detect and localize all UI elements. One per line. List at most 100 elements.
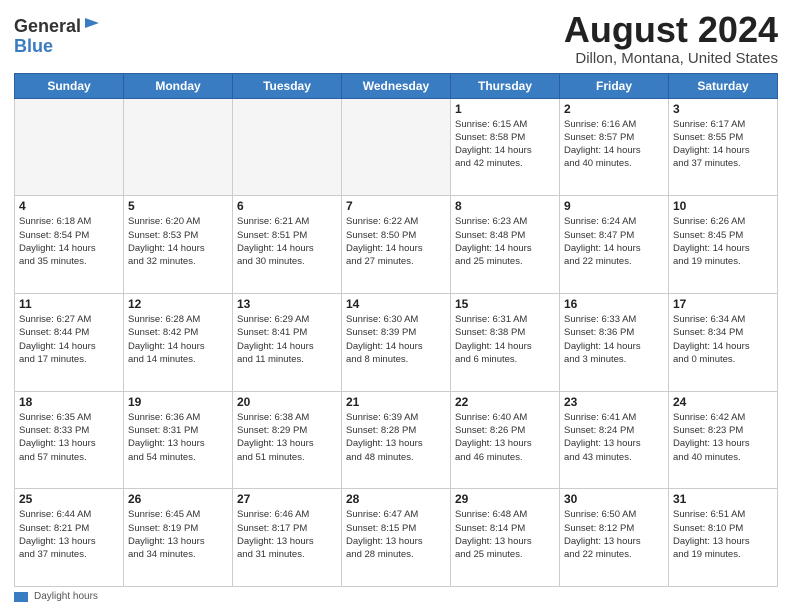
day-number: 12	[128, 297, 228, 311]
day-number: 7	[346, 199, 446, 213]
day-info: Sunrise: 6:28 AM Sunset: 8:42 PM Dayligh…	[128, 313, 228, 366]
day-info: Sunrise: 6:48 AM Sunset: 8:14 PM Dayligh…	[455, 508, 555, 561]
day-number: 27	[237, 492, 337, 506]
header: General Blue August 2024 Dillon, Montana…	[14, 10, 778, 67]
calendar-week-row: 1Sunrise: 6:15 AM Sunset: 8:58 PM Daylig…	[15, 98, 778, 196]
calendar-cell: 7 Sunrise: 6:22 AM Sunset: 8:50 PM Daylig…	[342, 196, 451, 294]
calendar-cell	[15, 98, 124, 196]
footer-label: Daylight hours	[34, 591, 98, 602]
day-info: Sunrise: 6:38 AM Sunset: 8:29 PM Dayligh…	[237, 411, 337, 464]
day-number: 31	[673, 492, 773, 506]
day-number: 29	[455, 492, 555, 506]
calendar-header-row: SundayMondayTuesdayWednesdayThursdayFrid…	[15, 73, 778, 98]
calendar-cell: 9Sunrise: 6:24 AM Sunset: 8:47 PM Daylig…	[560, 196, 669, 294]
day-info: Sunrise: 6:33 AM Sunset: 8:36 PM Dayligh…	[564, 313, 664, 366]
day-info: Sunrise: 6:22 AM Sunset: 8:50 PM Dayligh…	[346, 215, 446, 268]
calendar-cell: 19Sunrise: 6:36 AM Sunset: 8:31 PM Dayli…	[124, 391, 233, 489]
calendar-cell: 28 Sunrise: 6:47 AM Sunset: 8:15 PM Dayli…	[342, 489, 451, 587]
day-info: Sunrise: 6:34 AM Sunset: 8:34 PM Dayligh…	[673, 313, 773, 366]
day-number: 6	[237, 199, 337, 213]
day-info: Sunrise: 6:30 AM Sunset: 8:39 PM Dayligh…	[346, 313, 446, 366]
day-number: 14	[346, 297, 446, 311]
day-number: 24	[673, 395, 773, 409]
day-number: 20	[237, 395, 337, 409]
day-number: 25	[19, 492, 119, 506]
title-month: August 2024	[564, 10, 778, 50]
calendar-week-row: 4 Sunrise: 6:18 AM Sunset: 8:54 PM Daylig…	[15, 196, 778, 294]
day-number: 18	[19, 395, 119, 409]
day-info: Sunrise: 6:21 AM Sunset: 8:51 PM Dayligh…	[237, 215, 337, 268]
calendar-cell: 20 Sunrise: 6:38 AM Sunset: 8:29 PM Dayli…	[233, 391, 342, 489]
day-info: Sunrise: 6:31 AM Sunset: 8:38 PM Dayligh…	[455, 313, 555, 366]
day-number: 2	[564, 102, 664, 116]
day-number: 21	[346, 395, 446, 409]
day-number: 4	[19, 199, 119, 213]
calendar-cell: 5 Sunrise: 6:20 AM Sunset: 8:53 PM Daylig…	[124, 196, 233, 294]
day-number: 5	[128, 199, 228, 213]
day-number: 19	[128, 395, 228, 409]
calendar-cell: 6 Sunrise: 6:21 AM Sunset: 8:51 PM Daylig…	[233, 196, 342, 294]
calendar-cell	[233, 98, 342, 196]
calendar-cell: 29 Sunrise: 6:48 AM Sunset: 8:14 PM Dayli…	[451, 489, 560, 587]
day-info: Sunrise: 6:45 AM Sunset: 8:19 PM Dayligh…	[128, 508, 228, 561]
calendar-week-row: 18 Sunrise: 6:35 AM Sunset: 8:33 PM Dayli…	[15, 391, 778, 489]
day-info: Sunrise: 6:39 AM Sunset: 8:28 PM Dayligh…	[346, 411, 446, 464]
calendar-cell: 3 Sunrise: 6:17 AM Sunset: 8:55 PM Daylig…	[669, 98, 778, 196]
calendar-cell	[124, 98, 233, 196]
day-info: Sunrise: 6:20 AM Sunset: 8:53 PM Dayligh…	[128, 215, 228, 268]
day-number: 11	[19, 297, 119, 311]
day-info: Sunrise: 6:17 AM Sunset: 8:55 PM Dayligh…	[673, 118, 773, 171]
calendar-cell: 24 Sunrise: 6:42 AM Sunset: 8:23 PM Dayli…	[669, 391, 778, 489]
day-info: Sunrise: 6:50 AM Sunset: 8:12 PM Dayligh…	[564, 508, 664, 561]
day-info: Sunrise: 6:23 AM Sunset: 8:48 PM Dayligh…	[455, 215, 555, 268]
calendar-cell: 27Sunrise: 6:46 AM Sunset: 8:17 PM Dayli…	[233, 489, 342, 587]
calendar-cell: 13 Sunrise: 6:29 AM Sunset: 8:41 PM Dayli…	[233, 293, 342, 391]
calendar-cell: 21 Sunrise: 6:39 AM Sunset: 8:28 PM Dayli…	[342, 391, 451, 489]
day-number: 13	[237, 297, 337, 311]
day-info: Sunrise: 6:29 AM Sunset: 8:41 PM Dayligh…	[237, 313, 337, 366]
calendar-cell: 4 Sunrise: 6:18 AM Sunset: 8:54 PM Daylig…	[15, 196, 124, 294]
title-location: Dillon, Montana, United States	[564, 50, 778, 67]
day-number: 23	[564, 395, 664, 409]
day-info: Sunrise: 6:42 AM Sunset: 8:23 PM Dayligh…	[673, 411, 773, 464]
logo-general: General	[14, 17, 81, 35]
calendar-table: SundayMondayTuesdayWednesdayThursdayFrid…	[14, 73, 778, 587]
day-info: Sunrise: 6:44 AM Sunset: 8:21 PM Dayligh…	[19, 508, 119, 561]
calendar-cell: 10 Sunrise: 6:26 AM Sunset: 8:45 PM Dayli…	[669, 196, 778, 294]
calendar-header-thursday: Thursday	[451, 73, 560, 98]
day-number: 15	[455, 297, 555, 311]
calendar-header-monday: Monday	[124, 73, 233, 98]
day-number: 26	[128, 492, 228, 506]
day-number: 16	[564, 297, 664, 311]
day-info: Sunrise: 6:51 AM Sunset: 8:10 PM Dayligh…	[673, 508, 773, 561]
calendar-cell: 22 Sunrise: 6:40 AM Sunset: 8:26 PM Dayli…	[451, 391, 560, 489]
calendar-header-sunday: Sunday	[15, 73, 124, 98]
day-number: 3	[673, 102, 773, 116]
footer: Daylight hours	[14, 591, 778, 602]
day-number: 22	[455, 395, 555, 409]
calendar-cell: 25 Sunrise: 6:44 AM Sunset: 8:21 PM Dayli…	[15, 489, 124, 587]
calendar-header-wednesday: Wednesday	[342, 73, 451, 98]
calendar-cell: 2 Sunrise: 6:16 AM Sunset: 8:57 PM Daylig…	[560, 98, 669, 196]
day-info: Sunrise: 6:18 AM Sunset: 8:54 PM Dayligh…	[19, 215, 119, 268]
day-info: Sunrise: 6:27 AM Sunset: 8:44 PM Dayligh…	[19, 313, 119, 366]
day-info: Sunrise: 6:40 AM Sunset: 8:26 PM Dayligh…	[455, 411, 555, 464]
title-block: August 2024 Dillon, Montana, United Stat…	[564, 10, 778, 67]
day-info: Sunrise: 6:26 AM Sunset: 8:45 PM Dayligh…	[673, 215, 773, 268]
day-number: 28	[346, 492, 446, 506]
calendar-cell: 8 Sunrise: 6:23 AM Sunset: 8:48 PM Daylig…	[451, 196, 560, 294]
day-info: Sunrise: 6:35 AM Sunset: 8:33 PM Dayligh…	[19, 411, 119, 464]
calendar-cell: 1Sunrise: 6:15 AM Sunset: 8:58 PM Daylig…	[451, 98, 560, 196]
calendar-cell: 12 Sunrise: 6:28 AM Sunset: 8:42 PM Dayli…	[124, 293, 233, 391]
calendar-cell: 15 Sunrise: 6:31 AM Sunset: 8:38 PM Dayli…	[451, 293, 560, 391]
day-number: 8	[455, 199, 555, 213]
day-number: 10	[673, 199, 773, 213]
calendar-cell: 17 Sunrise: 6:34 AM Sunset: 8:34 PM Dayli…	[669, 293, 778, 391]
day-number: 17	[673, 297, 773, 311]
day-info: Sunrise: 6:16 AM Sunset: 8:57 PM Dayligh…	[564, 118, 664, 171]
calendar-cell: 14 Sunrise: 6:30 AM Sunset: 8:39 PM Dayli…	[342, 293, 451, 391]
calendar-header-friday: Friday	[560, 73, 669, 98]
calendar-week-row: 11 Sunrise: 6:27 AM Sunset: 8:44 PM Dayli…	[15, 293, 778, 391]
day-number: 1	[455, 102, 555, 116]
day-info: Sunrise: 6:47 AM Sunset: 8:15 PM Dayligh…	[346, 508, 446, 561]
